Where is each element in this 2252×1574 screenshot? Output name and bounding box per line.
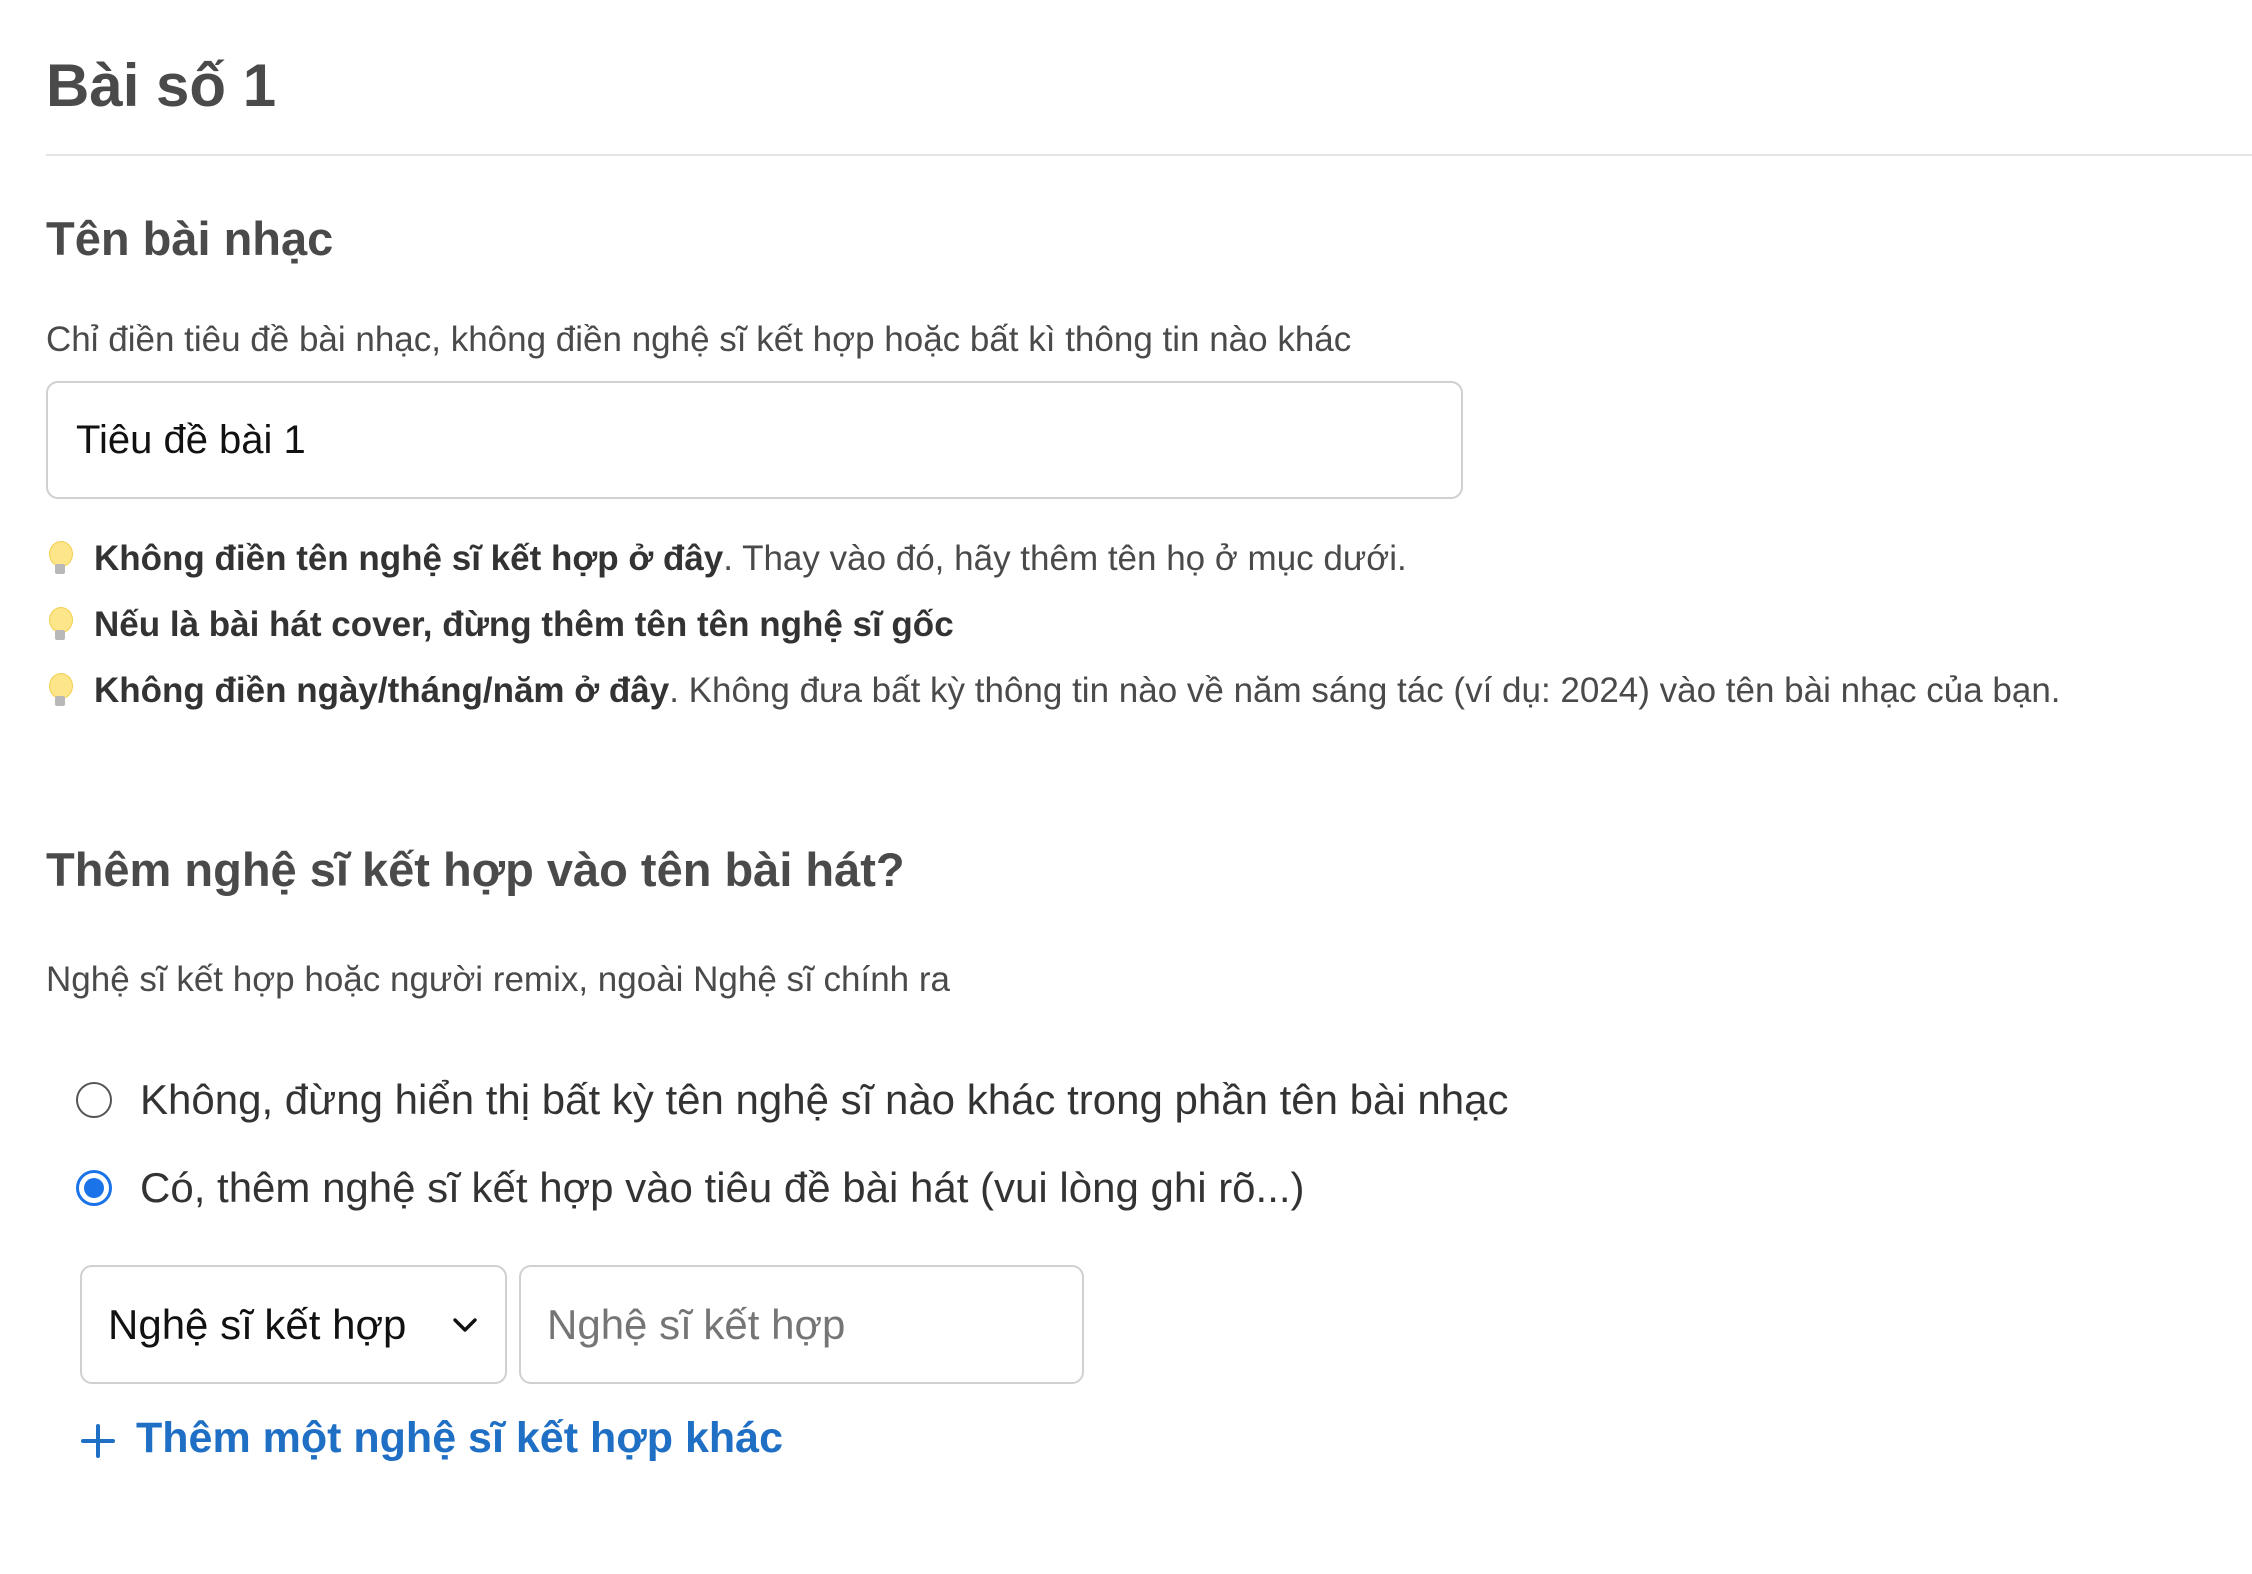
featured-artist-description: Nghệ sĩ kết hợp hoặc người remix, ngoài … [46,960,950,999]
song-title-tips: Không điền tên nghệ sĩ kết hợp ở đây. Th… [46,526,2226,724]
tip-item: Không điền ngày/tháng/năm ở đây. Không đ… [46,658,2226,724]
featured-artist-row: Nghệ sĩ kết hợp [80,1265,1084,1384]
tip-item: Không điền tên nghệ sĩ kết hợp ở đây. Th… [46,526,2226,592]
tip-item: Nếu là bài hát cover, đừng thêm tên tên … [46,592,2226,658]
tip-bold-text: Nếu là bài hát cover, đừng thêm tên tên … [94,605,954,644]
tip-text: . Không đưa bất kỳ thông tin nào về năm … [669,671,2061,710]
title-divider [46,154,2252,156]
song-title-input[interactable] [46,381,1463,499]
lightbulb-icon [46,603,74,647]
song-title-heading: Tên bài nhạc [46,212,334,265]
artist-role-select[interactable]: Nghệ sĩ kết hợp [80,1265,507,1384]
add-featured-artist-link[interactable]: Thêm một nghệ sĩ kết hợp khác [80,1414,783,1463]
radio-button-yes[interactable] [76,1170,112,1206]
lightbulb-icon [46,537,74,581]
radio-label-no[interactable]: Không, đừng hiển thị bất kỳ tên nghệ sĩ … [140,1072,1508,1128]
radio-label-yes[interactable]: Có, thêm nghệ sĩ kết hợp vào tiêu đề bài… [140,1160,1305,1216]
radio-option-no[interactable]: Không, đừng hiển thị bất kỳ tên nghệ sĩ … [76,1068,1508,1132]
release-form-page: Bài số 1 Tên bài nhạc Chỉ điền tiêu đề b… [0,0,2252,1574]
chevron-down-icon [451,1311,479,1339]
plus-icon [80,1421,116,1458]
page-title: Bài số 1 [46,52,277,119]
tip-bold-text: Không điền tên nghệ sĩ kết hợp ở đây [94,539,724,578]
artist-role-select-value: Nghệ sĩ kết hợp [108,1300,407,1348]
radio-button-no[interactable] [76,1082,112,1118]
add-featured-artist-label[interactable]: Thêm một nghệ sĩ kết hợp khác [136,1414,783,1463]
tip-text: . Thay vào đó, hãy thêm tên họ ở mục dướ… [723,539,1407,578]
song-title-description: Chỉ điền tiêu đề bài nhạc, không điền ng… [46,320,1352,359]
featured-artist-heading: Thêm nghệ sĩ kết hợp vào tên bài hát? [46,843,905,896]
tip-bold-text: Không điền ngày/tháng/năm ở đây [94,671,670,710]
radio-option-yes[interactable]: Có, thêm nghệ sĩ kết hợp vào tiêu đề bài… [76,1156,1508,1220]
lightbulb-icon [46,669,74,713]
featured-artist-name-input[interactable] [519,1265,1084,1384]
featured-artist-radio-group: Không, đừng hiển thị bất kỳ tên nghệ sĩ … [76,1068,1508,1244]
